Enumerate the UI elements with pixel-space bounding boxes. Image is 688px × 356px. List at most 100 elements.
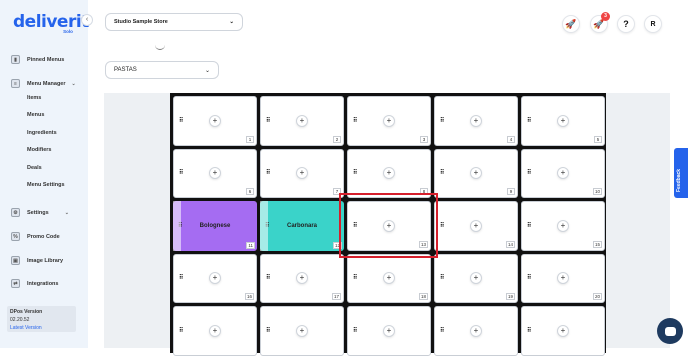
chat-icon <box>664 326 676 336</box>
add-item-icon[interactable]: + <box>557 114 569 127</box>
add-item-icon[interactable]: + <box>383 114 395 127</box>
tile-position-number: 5 <box>594 135 602 143</box>
drag-handle-icon[interactable]: ⠿ <box>179 170 183 176</box>
add-item-icon[interactable]: + <box>383 272 395 285</box>
sidebar-item-settings[interactable]: ⚙ Settings ⌄ <box>11 208 69 217</box>
sidebar-item-promo-code[interactable]: % Promo Code <box>11 232 60 241</box>
drag-handle-icon[interactable]: ⠿ <box>179 275 183 281</box>
empty-tile[interactable]: ⠿ + <box>173 306 257 356</box>
add-item-icon[interactable]: + <box>470 272 482 285</box>
add-item-icon[interactable]: + <box>470 167 482 180</box>
add-item-icon[interactable]: + <box>557 324 569 337</box>
empty-tile[interactable]: ⠿ + <box>260 306 344 356</box>
help-button[interactable]: ? <box>617 15 635 33</box>
add-item-icon[interactable]: + <box>209 272 221 285</box>
sidebar-subitem-menus[interactable]: Menus <box>27 112 44 118</box>
drag-handle-icon[interactable]: ⠿ <box>353 223 357 229</box>
store-select[interactable]: Studio Sample Store ⌄ <box>105 13 243 31</box>
drag-handle-icon[interactable]: ⠿ <box>353 118 357 124</box>
add-item-icon[interactable]: + <box>470 114 482 127</box>
empty-tile[interactable]: ⠿ +9 <box>434 148 518 198</box>
drag-handle-icon[interactable]: ⠿ <box>179 118 183 124</box>
add-item-icon[interactable]: + <box>209 167 221 180</box>
drag-handle-icon[interactable]: ⠿ <box>440 275 444 281</box>
add-item-icon[interactable]: + <box>296 167 308 180</box>
rocket-button[interactable]: 🚀 <box>562 15 580 33</box>
sidebar-item-pinned-menus[interactable]: ▮ Pinned Menus <box>11 55 64 64</box>
add-item-icon[interactable]: + <box>383 167 395 180</box>
add-item-icon[interactable]: + <box>557 219 569 232</box>
empty-tile[interactable]: ⠿ +10 <box>521 148 605 198</box>
image-icon: ▣ <box>11 256 20 265</box>
menu-item-tile[interactable]: ⠿Carbonara12 <box>260 201 344 251</box>
logo[interactable]: deliverit Solo <box>13 12 89 34</box>
drag-handle-icon[interactable]: ⠿ <box>527 223 531 229</box>
empty-tile[interactable]: ⠿ +18 <box>347 253 431 303</box>
menu-item-tile[interactable]: ⠿Bolognese11 <box>173 201 257 251</box>
drag-handle-icon[interactable]: ⠿ <box>266 275 270 281</box>
empty-tile[interactable]: ⠿ + <box>521 306 605 356</box>
add-item-icon[interactable]: + <box>209 324 221 337</box>
empty-tile[interactable]: ⠿ +4 <box>434 96 518 146</box>
empty-tile[interactable]: ⠿ + <box>434 306 518 356</box>
sidebar-subitem-menu-settings[interactable]: Menu Settings <box>27 182 65 188</box>
sidebar-subitem-ingredients[interactable]: Ingredients <box>27 130 57 136</box>
drag-handle-icon[interactable]: ⠿ <box>266 328 270 334</box>
add-item-icon[interactable]: + <box>557 272 569 285</box>
empty-tile[interactable]: ⠿ +17 <box>260 253 344 303</box>
drag-handle-icon[interactable]: ⠿ <box>266 118 270 124</box>
empty-tile[interactable]: ⠿ +2 <box>260 96 344 146</box>
sidebar-item-integrations[interactable]: ⇄ Integrations <box>11 279 58 288</box>
drag-handle-icon[interactable]: ⠿ <box>527 118 531 124</box>
empty-tile[interactable]: ⠿ +6 <box>173 148 257 198</box>
drag-handle-icon[interactable]: ⠿ <box>527 170 531 176</box>
drag-handle-icon[interactable]: ⠿ <box>440 223 444 229</box>
drag-handle-icon[interactable]: ⠿ <box>527 275 531 281</box>
add-item-icon[interactable]: + <box>557 167 569 180</box>
feedback-tab[interactable]: Feedback <box>674 148 688 198</box>
sidebar-subitem-items[interactable]: Items <box>27 95 41 101</box>
drag-handle-icon[interactable]: ⠿ <box>179 328 183 334</box>
empty-tile[interactable]: ⠿ +16 <box>173 253 257 303</box>
empty-tile[interactable]: ⠿ +14 <box>434 201 518 251</box>
tile-position-number: 18 <box>418 293 428 300</box>
add-item-icon[interactable]: + <box>470 219 482 232</box>
empty-tile[interactable]: ⠿ +7 <box>260 148 344 198</box>
drag-handle-icon[interactable]: ⠿ <box>527 328 531 334</box>
tile-position-number: 11 <box>246 241 255 249</box>
chat-button[interactable] <box>657 318 683 344</box>
sidebar-item-image-library[interactable]: ▣ Image Library <box>11 256 63 265</box>
empty-tile[interactable]: ⠿ +5 <box>521 96 605 146</box>
category-select[interactable]: PASTAS ⌄ <box>105 61 219 79</box>
empty-tile[interactable]: ⠿ +15 <box>521 201 605 251</box>
add-item-icon[interactable]: + <box>296 324 308 337</box>
drag-handle-icon[interactable]: ⠿ <box>440 328 444 334</box>
sidebar-subitem-modifiers[interactable]: Modifiers <box>27 147 51 153</box>
drag-handle-icon[interactable]: ⠿ <box>353 275 357 281</box>
drag-handle-icon[interactable]: ⠿ <box>353 170 357 176</box>
empty-tile[interactable]: ⠿ +13 <box>347 201 431 251</box>
add-item-icon[interactable]: + <box>383 219 395 232</box>
add-item-icon[interactable]: + <box>296 114 308 127</box>
sidebar-subitem-deals[interactable]: Deals <box>27 165 42 171</box>
tile-position-number: 7 <box>333 188 341 195</box>
drag-handle-icon[interactable]: ⠿ <box>266 170 270 176</box>
empty-tile[interactable]: ⠿ +8 <box>347 148 431 198</box>
drag-handle-icon[interactable]: ⠿ <box>353 328 357 334</box>
add-item-icon[interactable]: + <box>383 324 395 337</box>
drag-handle-icon[interactable]: ⠿ <box>440 170 444 176</box>
drag-handle-icon[interactable]: ⠿ <box>440 118 444 124</box>
sidebar-item-menu-manager[interactable]: ≡ Menu Manager ⌄ <box>11 79 76 88</box>
add-item-icon[interactable]: + <box>209 114 221 127</box>
collapse-sidebar-button[interactable]: ‹ <box>81 14 93 26</box>
add-item-icon[interactable]: + <box>470 324 482 337</box>
latest-version-link[interactable]: Latest Version <box>10 324 73 332</box>
empty-tile[interactable]: ⠿ +20 <box>521 253 605 303</box>
add-item-icon[interactable]: + <box>296 272 308 285</box>
empty-tile[interactable]: ⠿ +19 <box>434 253 518 303</box>
user-avatar-button[interactable]: R <box>644 15 662 33</box>
empty-tile[interactable]: ⠿ +3 <box>347 96 431 146</box>
empty-tile[interactable]: ⠿ + <box>347 306 431 356</box>
empty-tile[interactable]: ⠿ +1 <box>173 96 257 146</box>
notifications-button[interactable]: 🚀 3 <box>590 12 610 33</box>
